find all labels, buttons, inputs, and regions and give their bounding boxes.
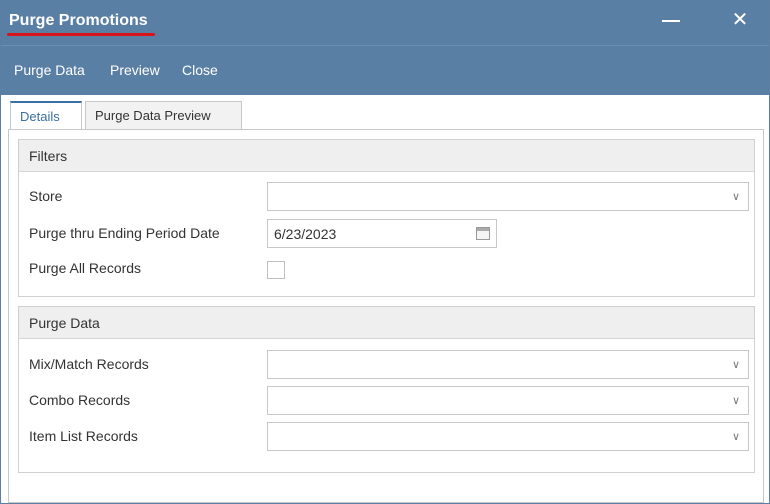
minimize-icon xyxy=(662,20,680,22)
minimize-button[interactable] xyxy=(656,7,686,33)
purge-data-header: Purge Data xyxy=(19,307,754,339)
content-area: Details Purge Data Preview Filters Store… xyxy=(8,95,764,503)
mix-match-label: Mix/Match Records xyxy=(29,356,149,372)
combo-records-combo[interactable]: ∨ xyxy=(267,386,749,415)
chevron-down-icon[interactable]: ∨ xyxy=(724,183,748,210)
item-list-combo[interactable]: ∨ xyxy=(267,422,749,451)
combo-records-label: Combo Records xyxy=(29,392,131,408)
close-button[interactable]: Close xyxy=(182,62,218,78)
purge-all-checkbox[interactable] xyxy=(267,261,285,279)
purge-thru-date-value: 6/23/2023 xyxy=(274,226,337,242)
chevron-down-icon[interactable]: ∨ xyxy=(724,387,748,414)
window-title: Purge Promotions xyxy=(9,12,148,29)
purge-data-group: Purge Data Mix/Match Records ∨ Combo Rec… xyxy=(18,306,755,473)
store-combo[interactable]: ∨ xyxy=(267,182,749,211)
purge-all-label: Purge All Records xyxy=(29,260,142,276)
tab-purge-data-preview[interactable]: Purge Data Preview xyxy=(85,101,242,129)
title-underline xyxy=(7,33,155,36)
mix-match-combo[interactable]: ∨ xyxy=(267,350,749,379)
store-label: Store xyxy=(29,188,63,204)
close-window-button[interactable]: ✕ xyxy=(725,7,755,33)
tab-details[interactable]: Details xyxy=(10,101,82,130)
chevron-down-icon[interactable]: ∨ xyxy=(724,351,748,378)
item-list-label: Item List Records xyxy=(29,428,138,444)
tab-strip: Details Purge Data Preview xyxy=(8,101,764,130)
details-panel: Filters Store ∨ Purge thru Ending Period… xyxy=(8,129,764,503)
calendar-icon[interactable] xyxy=(476,227,490,240)
purge-promotions-window: Purge Promotions ✕ Purge Data Preview Cl… xyxy=(0,0,770,504)
preview-button[interactable]: Preview xyxy=(110,62,160,78)
close-icon: ✕ xyxy=(731,9,749,31)
filters-header: Filters xyxy=(19,140,754,172)
purge-thru-date-field[interactable]: 6/23/2023 xyxy=(267,219,497,248)
chevron-down-icon[interactable]: ∨ xyxy=(724,423,748,450)
title-bar[interactable]: Purge Promotions ✕ xyxy=(1,1,769,45)
toolbar: Purge Data Preview Close xyxy=(1,45,769,95)
purge-thru-label: Purge thru Ending Period Date xyxy=(29,225,220,241)
filters-group: Filters Store ∨ Purge thru Ending Period… xyxy=(18,139,755,297)
purge-data-button[interactable]: Purge Data xyxy=(14,62,85,78)
